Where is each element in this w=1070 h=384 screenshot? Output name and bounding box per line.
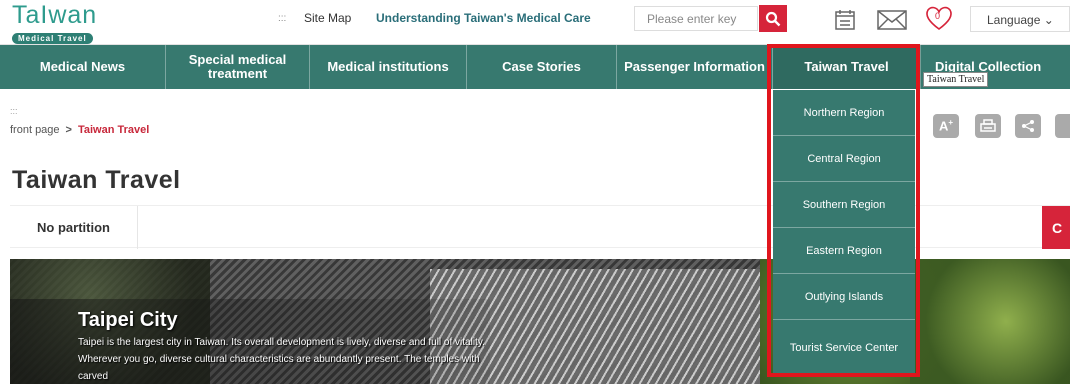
nav-case-stories[interactable]: Case Stories [467,45,617,89]
dropdown-item-southern-region[interactable]: Southern Region [773,182,915,228]
nav-special-medical-treatment[interactable]: Special medical treatment [166,45,310,89]
hero-title: Taipei City [78,309,178,331]
site-logo[interactable]: TaIwan Medical Travel [12,1,124,44]
dropdown-item-tourist-service-center[interactable]: Tourist Service Center [773,320,915,375]
dropdown-item-northern-region[interactable]: Northern Region [773,90,915,136]
print-button[interactable] [975,114,1001,138]
breadcrumb-current[interactable]: Taiwan Travel [78,124,149,136]
share-button[interactable] [1015,114,1041,138]
search-input[interactable]: Please enter key [634,6,758,31]
nav-taiwan-travel[interactable]: Taiwan Travel [773,45,921,89]
breadcrumb-separator: > [65,124,72,136]
font-size-button[interactable]: A+ [933,114,959,138]
main-nav: Medical News Special medical treatment M… [0,45,1070,89]
search-icon [765,11,781,26]
breadcrumb-home[interactable]: front page [10,124,60,136]
search-icon: C [1052,219,1063,236]
taiwan-travel-dropdown: Northern Region Central Region Southern … [773,90,915,375]
accesskey-top[interactable]: ::: [278,13,286,24]
favorite-tool-button[interactable] [1055,114,1070,138]
calendar-icon[interactable] [833,8,857,32]
hero-trees-far-right [910,259,1070,384]
print-icon [980,119,996,132]
favorites-button[interactable]: 0 [922,4,956,32]
dropdown-item-outlying-islands[interactable]: Outlying Islands [773,274,915,320]
page-title: Taiwan Travel [12,166,181,194]
understanding-link[interactable]: Understanding Taiwan's Medical Care [376,11,591,25]
nav-medical-institutions[interactable]: Medical institutions [310,45,467,89]
nav-passenger-information[interactable]: Passenger Information [617,45,773,89]
breadcrumb: front page > Taiwan Travel [10,124,149,136]
mail-icon[interactable] [876,8,908,32]
accesskey-content[interactable]: ::: [10,106,18,116]
nav-medical-news[interactable]: Medical News [0,45,166,89]
logo-word: TaIwan [12,1,98,29]
site-map-link[interactable]: Site Map [304,11,351,25]
top-bar: TaIwan Medical Travel ::: Site Map Under… [0,0,1070,45]
dropdown-item-central-region[interactable]: Central Region [773,136,915,182]
share-icon [1022,120,1034,132]
nav-tooltip: Taiwan Travel [923,72,989,87]
language-select[interactable]: Language ⌄ [970,6,1070,32]
partition-tab[interactable]: No partition [10,206,138,249]
logo-subtitle: Medical Travel [12,33,93,44]
hero-description: Taipei is the largest city in Taiwan. It… [78,337,485,382]
dropdown-item-eastern-region[interactable]: Eastern Region [773,228,915,274]
favorites-count: 0 [935,11,941,21]
font-size-icon: A+ [938,118,954,134]
search-button[interactable] [759,5,787,32]
partition-search-button[interactable]: C [1042,206,1070,249]
